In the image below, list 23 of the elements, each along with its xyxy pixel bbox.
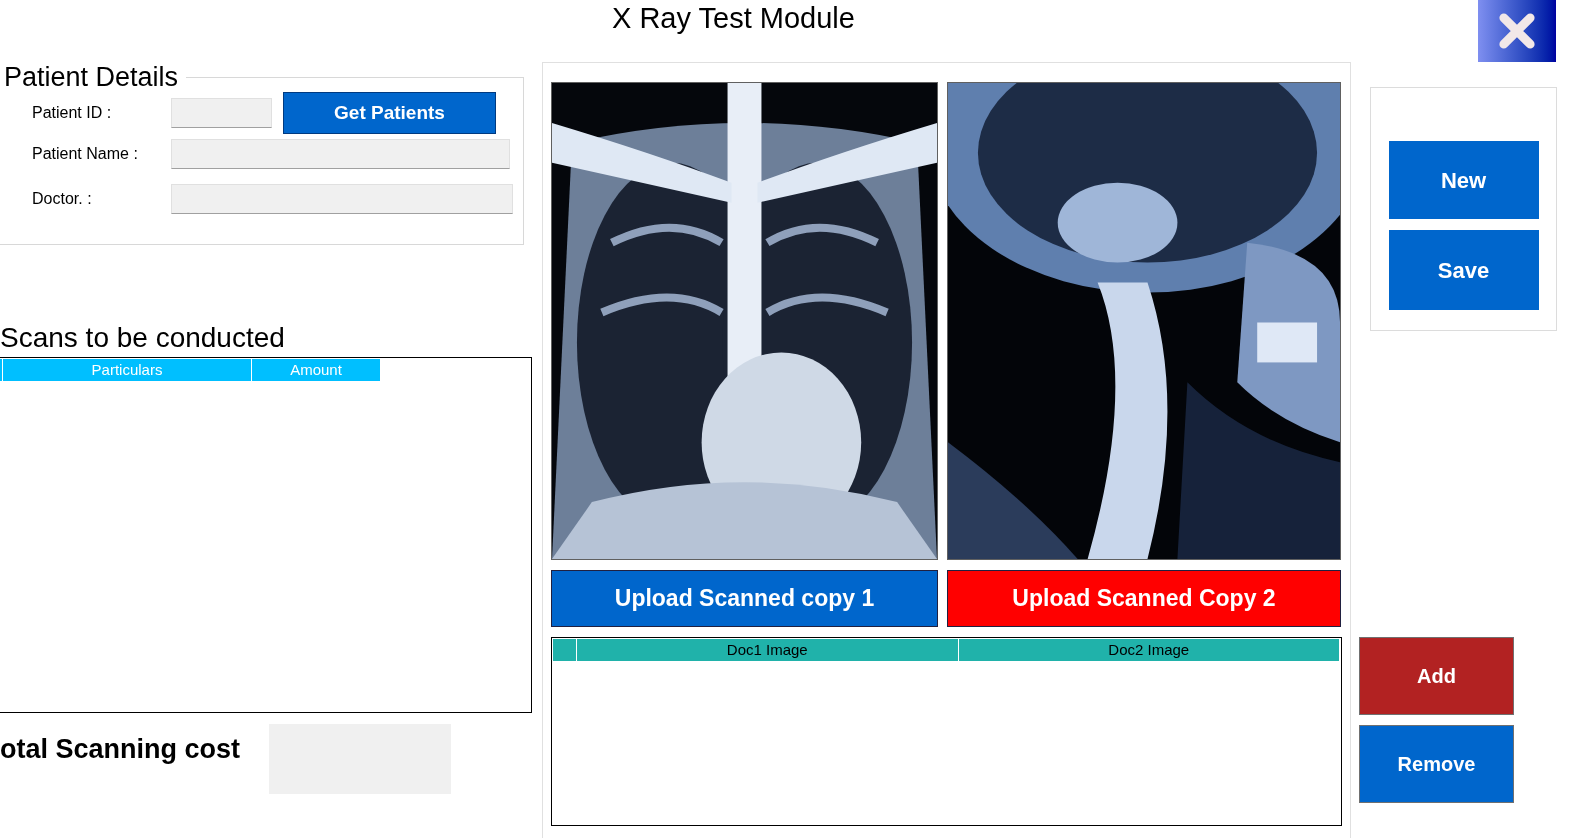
panel-button[interactable]: Save <box>1388 230 1539 310</box>
column-header: Doc1 Image <box>577 639 959 661</box>
row-header <box>553 639 577 661</box>
panel-button[interactable]: New <box>1388 141 1539 219</box>
field-label: Doctor. : <box>31 189 93 209</box>
column-header: Particulars <box>3 359 252 381</box>
column-header: Doc2 Image <box>958 639 1340 661</box>
upload-button[interactable]: Upload Scanned Copy 2 <box>947 570 1341 627</box>
get-patients-button[interactable]: Get Patients <box>283 92 496 134</box>
total-label: otal Scanning cost <box>0 733 242 766</box>
column-header: Amount <box>252 359 381 381</box>
window-title: X Ray Test Module <box>612 1 855 36</box>
close-button[interactable] <box>1478 0 1556 62</box>
upload-button[interactable]: Upload Scanned copy 1 <box>551 570 938 627</box>
action-button[interactable]: Remove <box>1359 725 1514 803</box>
action-button[interactable]: Add <box>1359 637 1514 715</box>
input-field[interactable] <box>171 98 272 128</box>
field-label: Patient ID : <box>31 103 113 123</box>
input-field[interactable] <box>171 184 513 214</box>
section-title: Scans to be conducted <box>0 321 286 355</box>
input-field[interactable] <box>171 139 510 169</box>
group-title: Patient Details <box>3 62 180 92</box>
field-label: Patient Name : <box>31 144 139 164</box>
